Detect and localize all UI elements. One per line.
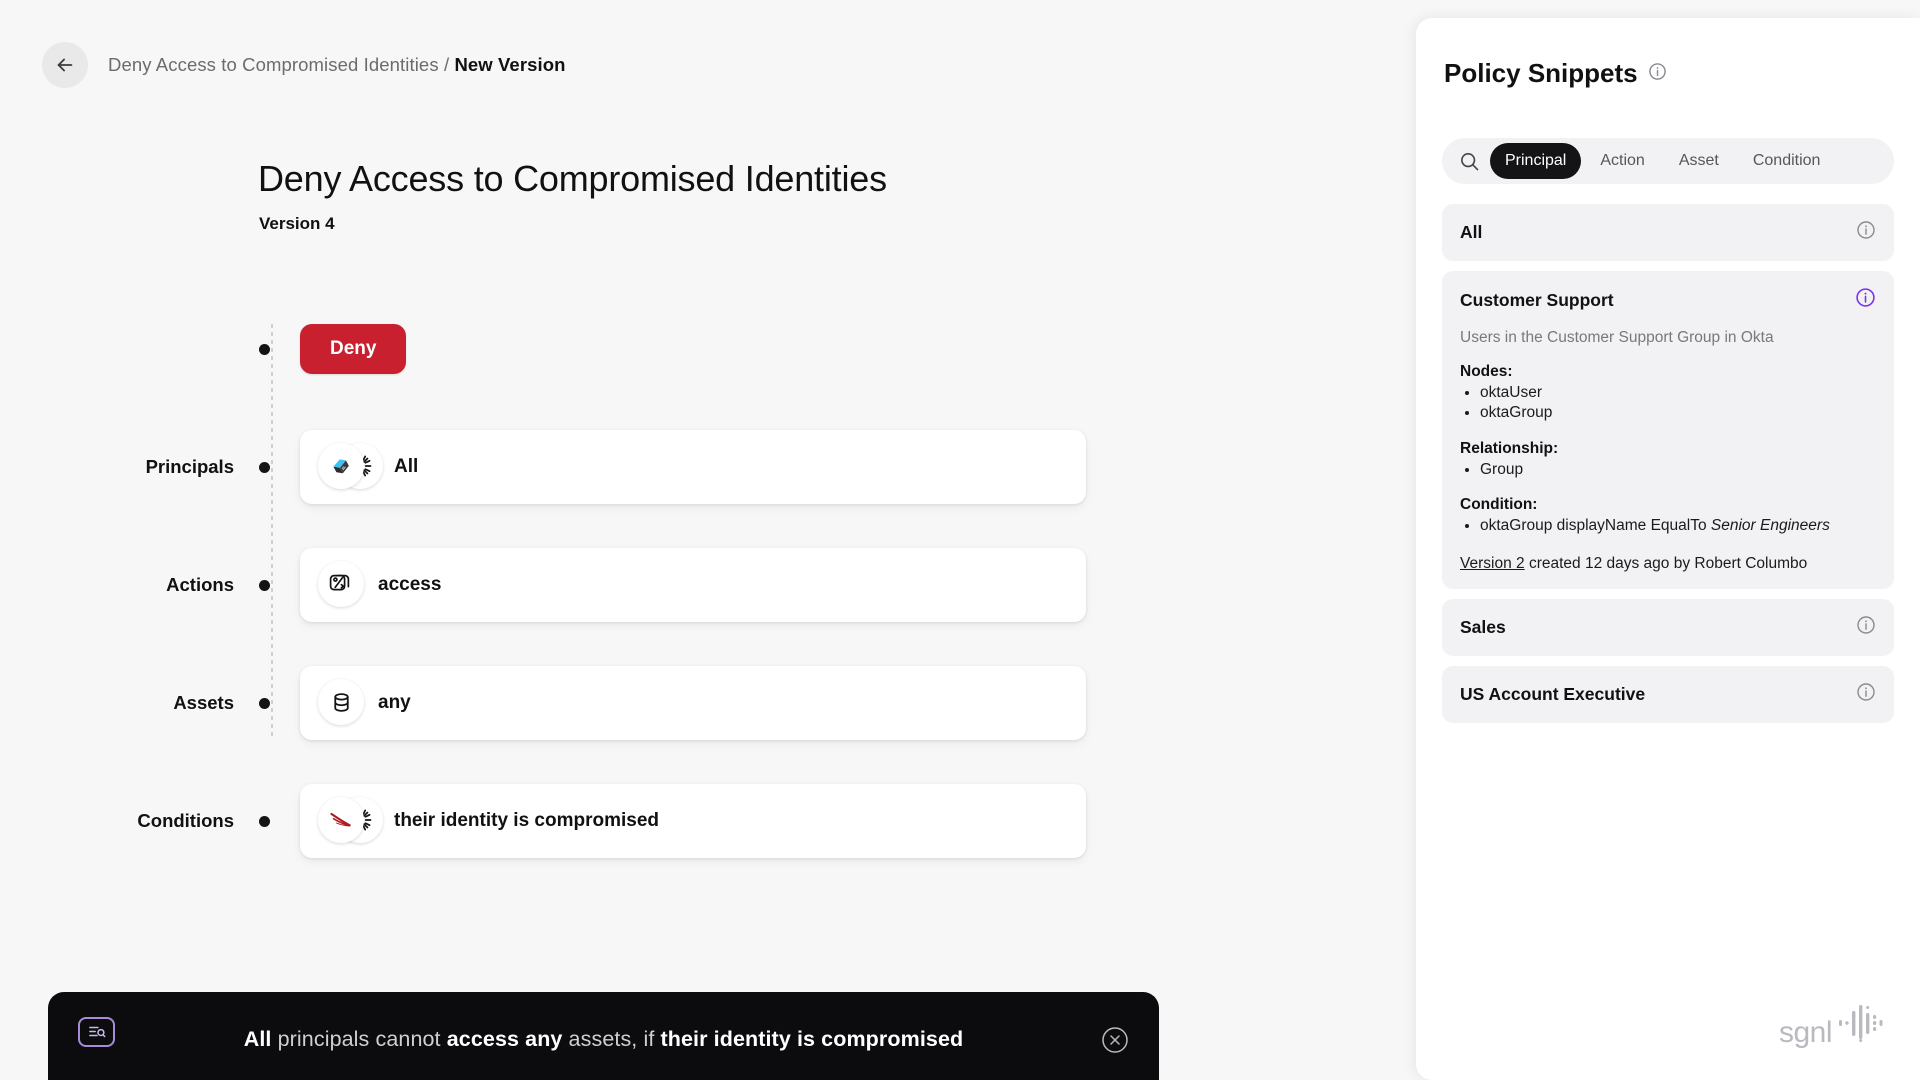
summary-fragment: assets, if xyxy=(562,1027,661,1051)
snippet-card-us-account-executive[interactable]: US Account Executive xyxy=(1442,665,1894,723)
builder-node-dot xyxy=(252,579,276,591)
principals-value: All xyxy=(394,456,419,477)
breadcrumb-header: Deny Access to Compromised Identities / … xyxy=(42,42,566,88)
snippet-footer-rest: created 12 days ago by Robert Columbo xyxy=(1524,554,1808,572)
snippet-name: Customer Support xyxy=(1460,289,1614,310)
row-label-assets: Assets xyxy=(173,692,234,713)
condition-value: Senior Engineers xyxy=(1710,517,1830,535)
policy-builder: Deny Principals All Actions access Asset… xyxy=(0,290,1416,880)
info-icon[interactable] xyxy=(1855,287,1876,313)
search-icon[interactable] xyxy=(1456,148,1482,174)
snippet-description: Users in the Customer Support Group in O… xyxy=(1460,329,1774,346)
assets-card[interactable]: any xyxy=(300,666,1086,740)
main-content-area: Deny Access to Compromised Identities / … xyxy=(0,0,1416,1080)
snippet-name: All xyxy=(1460,222,1483,242)
code-window-icon xyxy=(318,561,364,607)
panel-title: Policy Snippets xyxy=(1444,58,1638,88)
row-label-principals: Principals xyxy=(145,456,234,477)
conditions-icon-stack xyxy=(318,797,383,845)
list-item: oktaGroup xyxy=(1480,403,1876,423)
filter-pill-condition[interactable]: Condition xyxy=(1738,143,1836,179)
crowdstrike-swoosh-icon xyxy=(318,797,364,843)
builder-row-conditions: Conditions their identity is compromised xyxy=(0,762,1416,880)
actions-card[interactable]: access xyxy=(300,548,1086,622)
page-title: Deny Access to Compromised Identities xyxy=(258,158,887,199)
snippet-card-sales[interactable]: Sales xyxy=(1442,598,1894,656)
info-icon[interactable] xyxy=(1856,682,1876,707)
principals-icon-stack xyxy=(318,443,383,491)
assets-value: any xyxy=(378,692,411,713)
builder-node-dot xyxy=(252,697,276,709)
snippet-filter-bar: Principal Action Asset Condition xyxy=(1442,138,1894,184)
breadcrumb-separator: / xyxy=(443,54,450,75)
builder-row-principals: Principals All xyxy=(0,408,1416,526)
info-icon[interactable] xyxy=(1648,62,1667,86)
brand-logo: sgnl xyxy=(1779,1003,1884,1048)
breadcrumb-parent[interactable]: Deny Access to Compromised Identities xyxy=(108,54,439,75)
snippet-condition-label: Condition: xyxy=(1460,496,1538,514)
filter-pill-asset[interactable]: Asset xyxy=(1664,143,1734,179)
filter-pill-action[interactable]: Action xyxy=(1585,143,1659,179)
info-icon[interactable] xyxy=(1856,615,1876,640)
snippet-relationship-label: Relationship: xyxy=(1460,439,1559,457)
policy-snippets-panel: Policy Snippets Principal Action Asset C… xyxy=(1416,18,1920,1080)
summary-fragment: access any xyxy=(446,1027,563,1051)
snippet-card-all[interactable]: All xyxy=(1442,204,1894,261)
brand-wordmark: sgnl xyxy=(1778,1016,1833,1049)
list-item: oktaUser xyxy=(1480,383,1876,403)
builder-node-dot xyxy=(252,343,276,355)
snippet-condition-list: oktaGroup displayName EqualTo Senior Eng… xyxy=(1480,516,1876,536)
principals-card[interactable]: All xyxy=(300,430,1086,504)
database-icon xyxy=(318,679,364,725)
policy-summary-bar: All principals cannot access any assets,… xyxy=(48,992,1159,1080)
snippet-version-link[interactable]: Version 2 xyxy=(1460,555,1525,572)
snippet-relationship-list: Group xyxy=(1480,460,1876,480)
row-label-conditions: Conditions xyxy=(137,810,234,831)
builder-row-effect: Deny xyxy=(0,290,1416,408)
conditions-value: their identity is compromised xyxy=(394,810,659,831)
builder-row-actions: Actions access xyxy=(0,526,1416,644)
back-button[interactable] xyxy=(42,42,88,88)
condition-expression: oktaGroup displayName EqualTo xyxy=(1480,517,1711,535)
summary-fragment: their identity is compromised xyxy=(660,1027,964,1051)
snippet-nodes-list: oktaUser oktaGroup xyxy=(1480,383,1876,424)
builder-node-dot xyxy=(252,461,276,473)
conditions-card[interactable]: their identity is compromised xyxy=(300,784,1086,858)
list-item: oktaGroup displayName EqualTo Senior Eng… xyxy=(1480,516,1876,536)
actions-icon-stack xyxy=(318,561,364,609)
summary-fragment: All xyxy=(243,1027,272,1051)
summary-fragment: principals cannot xyxy=(271,1027,447,1051)
builder-rail xyxy=(271,324,273,736)
waveform-icon xyxy=(1838,1003,1884,1048)
filter-pill-principal[interactable]: Principal xyxy=(1490,143,1582,179)
okta-logo-icon xyxy=(318,443,364,489)
snippet-name: Sales xyxy=(1460,616,1506,637)
policy-summary-text: All principals cannot access any assets,… xyxy=(48,1027,1159,1052)
breadcrumb: Deny Access to Compromised Identities / … xyxy=(108,54,566,76)
snippet-footer: Version 2 created 12 days ago by Robert … xyxy=(1460,555,1876,573)
builder-row-assets: Assets any xyxy=(0,644,1416,762)
list-item: Group xyxy=(1480,460,1876,480)
info-icon[interactable] xyxy=(1856,220,1876,245)
assets-icon-stack xyxy=(318,679,364,727)
policy-version-label: Version 4 xyxy=(259,214,335,233)
arrow-left-icon xyxy=(54,54,76,76)
snippet-card-customer-support[interactable]: Customer Support Users in the Customer S… xyxy=(1442,271,1894,589)
breadcrumb-current: New Version xyxy=(454,54,566,75)
panel-header: Policy Snippets xyxy=(1444,58,1667,89)
snippet-list: All Customer Support Users in the Custom… xyxy=(1442,204,1894,723)
snippet-name: US Account Executive xyxy=(1460,683,1646,704)
effect-deny-button[interactable]: Deny xyxy=(300,324,407,374)
snippet-nodes-label: Nodes: xyxy=(1460,363,1513,380)
close-circle-icon[interactable] xyxy=(1101,1026,1129,1054)
row-label-actions: Actions xyxy=(166,574,234,595)
builder-node-dot xyxy=(252,815,276,827)
actions-value: access xyxy=(378,574,442,595)
